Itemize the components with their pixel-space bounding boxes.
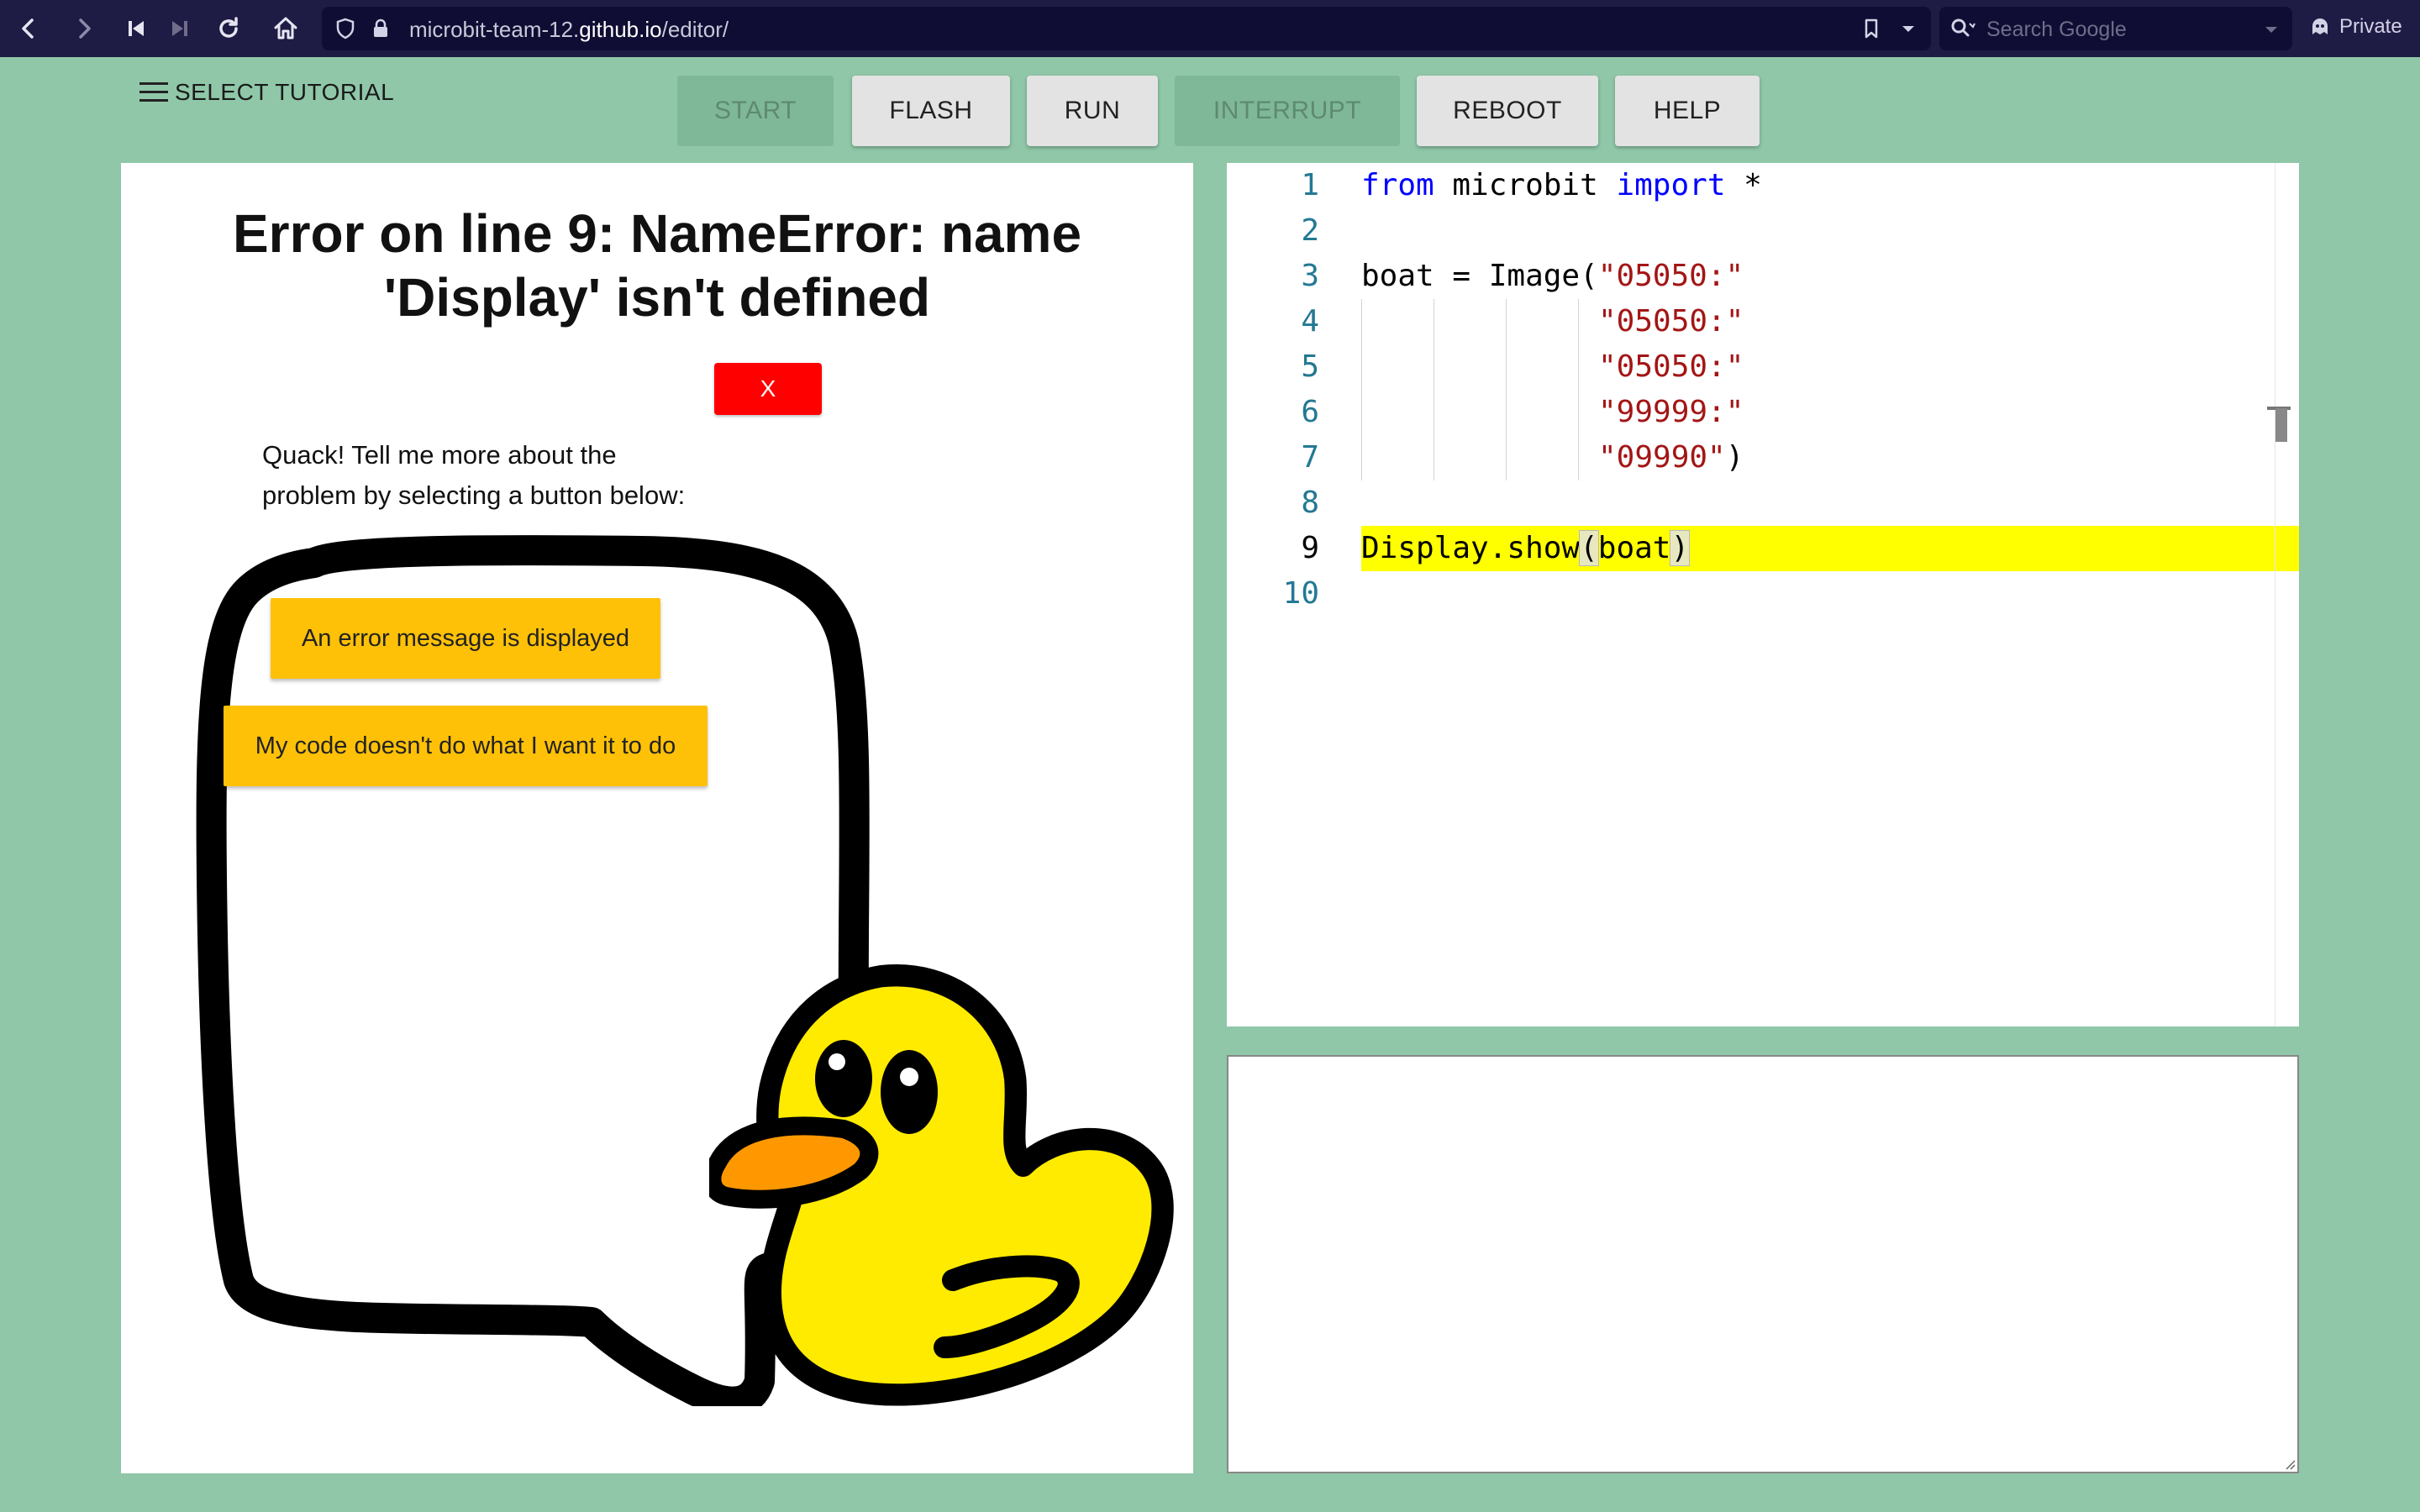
keyword-token: import [1616, 168, 1726, 202]
search-bar[interactable]: Search Google [1939, 7, 2292, 50]
code-line: 3 boat = Image("05050:" [1227, 254, 2299, 299]
code-line: 1 from microbit import * [1227, 163, 2299, 208]
error-title: Error on line 9: NameError: name 'Displa… [232, 203, 1082, 328]
code-text[interactable] [1361, 480, 2299, 526]
dropdown-arrow-icon[interactable] [1898, 18, 1918, 39]
browser-toolbar: microbit-team-12.github.io/editor/ Searc… [0, 0, 2420, 57]
code-editor[interactable]: 1 from microbit import * 2 3 boat = Imag… [1227, 163, 2299, 1026]
string-token: "05050:" [1597, 259, 1744, 293]
code-behavior-option-button[interactable]: My code doesn't do what I want it to do [224, 706, 708, 786]
bracket-match: ) [1670, 530, 1691, 566]
code-line: 10 [1227, 571, 2299, 617]
select-tutorial-label: SELECT TUTORIAL [175, 79, 395, 105]
url-bar[interactable]: microbit-team-12.github.io/editor/ [322, 7, 1931, 50]
code-line: 5 "05050:" [1227, 344, 2299, 390]
code-token: * [1725, 168, 1762, 202]
search-engine-dropdown-icon[interactable] [2262, 20, 2281, 39]
string-token: "99999:" [1598, 395, 1744, 429]
search-placeholder: Search Google [1986, 18, 2127, 41]
code-line: 7 "09990") [1227, 435, 2299, 480]
line-number: 9 [1301, 531, 1319, 565]
code-line: 4 "05050:" [1227, 299, 2299, 344]
debug-assistant-panel: Error on line 9: NameError: name 'Displa… [121, 163, 1193, 1473]
line-number: 7 [1301, 440, 1319, 475]
back-button[interactable] [8, 8, 49, 49]
url-path: /editor/ [661, 17, 729, 42]
last-page-button[interactable] [160, 8, 200, 49]
rubber-duck-icon [709, 964, 1174, 1406]
url-subdomain: microbit-team-12. [409, 17, 580, 42]
code-line: 8 [1227, 480, 2299, 526]
private-browsing-indicator: Private [2309, 15, 2402, 39]
string-token: "09990" [1598, 440, 1726, 475]
error-message-option-button[interactable]: An error message is displayed [271, 598, 660, 679]
lock-icon [374, 18, 387, 37]
back-icon [22, 18, 34, 39]
assistant-prompt: Quack! Tell me more about the problem by… [262, 440, 686, 510]
line-number: 4 [1301, 304, 1319, 339]
line-number: 1 [1301, 168, 1319, 202]
first-page-button[interactable] [116, 8, 156, 49]
code-token: Display.show [1361, 531, 1581, 565]
code-text[interactable]: "05050:" [1598, 299, 2420, 344]
code-text[interactable]: boat = Image("05050:" [1361, 254, 2299, 299]
line-number: 2 [1301, 213, 1319, 248]
code-text[interactable] [1361, 208, 2299, 254]
bookmark-icon[interactable] [1860, 17, 1883, 40]
home-button[interactable] [266, 8, 306, 49]
bracket-match: ( [1579, 530, 1599, 566]
close-button[interactable]: X [714, 363, 822, 415]
code-line: 2 [1227, 208, 2299, 254]
skip-forward-icon [172, 21, 187, 36]
code-line: 6 "99999:" [1227, 390, 2299, 435]
menu-icon [138, 81, 170, 104]
interrupt-button[interactable]: INTERRUPT [1175, 76, 1400, 146]
error-highlighted-line: 9 Display.show(boat) [1227, 526, 2299, 571]
flash-button[interactable]: FLASH [852, 76, 1010, 146]
line-number: 10 [1282, 576, 1319, 611]
code-text[interactable]: Display.show(boat) [1361, 526, 2299, 571]
code-token: boat = Image( [1361, 259, 1598, 293]
string-token: "05050:" [1598, 349, 1744, 384]
line-number: 3 [1301, 259, 1319, 293]
code-token: microbit [1434, 168, 1617, 202]
private-label: Private [2339, 15, 2402, 38]
help-button[interactable]: HELP [1615, 76, 1760, 146]
run-button[interactable]: RUN [1027, 76, 1158, 146]
code-token: boat [1597, 531, 1671, 565]
reload-icon [219, 17, 238, 38]
code-text[interactable]: "05050:" [1598, 344, 2420, 390]
forward-button[interactable] [64, 8, 104, 49]
code-text[interactable]: from microbit import * [1361, 163, 2299, 208]
line-number: 6 [1301, 395, 1319, 429]
string-token: "05050:" [1598, 304, 1744, 339]
line-number: 5 [1301, 349, 1319, 384]
skip-back-icon [129, 21, 144, 36]
output-console[interactable] [1227, 1055, 2299, 1473]
home-icon [274, 17, 297, 39]
shield-icon [336, 18, 355, 39]
code-text[interactable]: "09990") [1598, 435, 2420, 480]
keyword-token: from [1361, 168, 1434, 202]
line-number: 8 [1301, 486, 1319, 520]
code-text[interactable]: "99999:" [1598, 390, 2420, 435]
select-tutorial-button[interactable]: SELECT TUTORIAL [138, 79, 394, 106]
code-token: ) [1725, 440, 1744, 475]
forward-icon [79, 18, 91, 39]
search-icon [1951, 18, 1975, 37]
reboot-button[interactable]: REBOOT [1417, 76, 1598, 146]
code-text[interactable] [1361, 571, 2299, 617]
private-mask-icon [2312, 18, 2328, 34]
url-text: microbit-team-12.github.io/editor/ [409, 17, 729, 43]
start-button[interactable]: START [677, 76, 834, 146]
resize-handle-icon[interactable] [2282, 1457, 2296, 1470]
url-host: github.io [579, 17, 662, 42]
reload-button[interactable] [208, 8, 249, 49]
scrollbar-thumb[interactable] [2275, 408, 2287, 442]
